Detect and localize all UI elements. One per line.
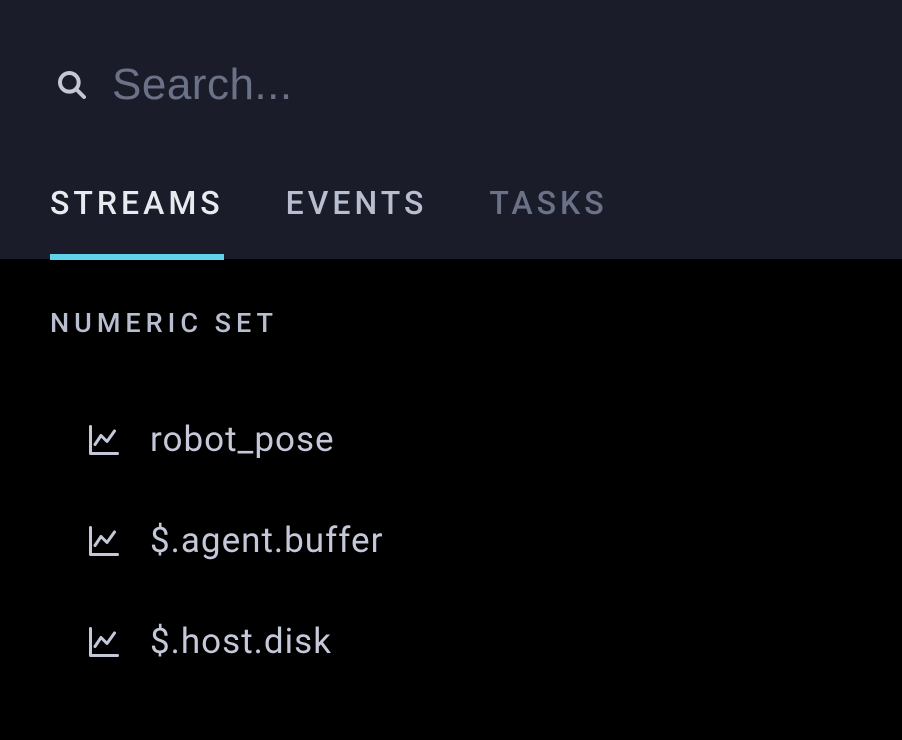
item-label: robot_pose <box>150 419 335 460</box>
section-header: NUMERIC SET <box>50 307 852 339</box>
chart-icon <box>86 422 122 458</box>
chart-icon <box>86 624 122 660</box>
list-item[interactable]: robot_pose <box>50 389 852 490</box>
search-container <box>0 0 902 160</box>
item-label: $.host.disk <box>150 621 332 662</box>
tabs-container: STREAMS EVENTS TASKS <box>0 160 902 259</box>
search-icon <box>56 69 88 101</box>
search-input[interactable] <box>112 60 846 110</box>
list-item[interactable]: $.agent.buffer <box>50 490 852 591</box>
header-panel: STREAMS EVENTS TASKS <box>0 0 902 259</box>
content-panel: NUMERIC SET robot_pose $.agent.buffer $.… <box>0 259 902 740</box>
tab-label: TASKS <box>489 184 607 222</box>
list-item[interactable]: $.host.disk <box>50 591 852 692</box>
item-label: $.agent.buffer <box>150 520 383 561</box>
tab-label: EVENTS <box>286 184 428 222</box>
tab-streams[interactable]: STREAMS <box>50 160 224 260</box>
tab-events[interactable]: EVENTS <box>286 160 428 260</box>
tab-label: STREAMS <box>50 184 224 222</box>
tab-tasks[interactable]: TASKS <box>489 160 607 260</box>
chart-icon <box>86 523 122 559</box>
